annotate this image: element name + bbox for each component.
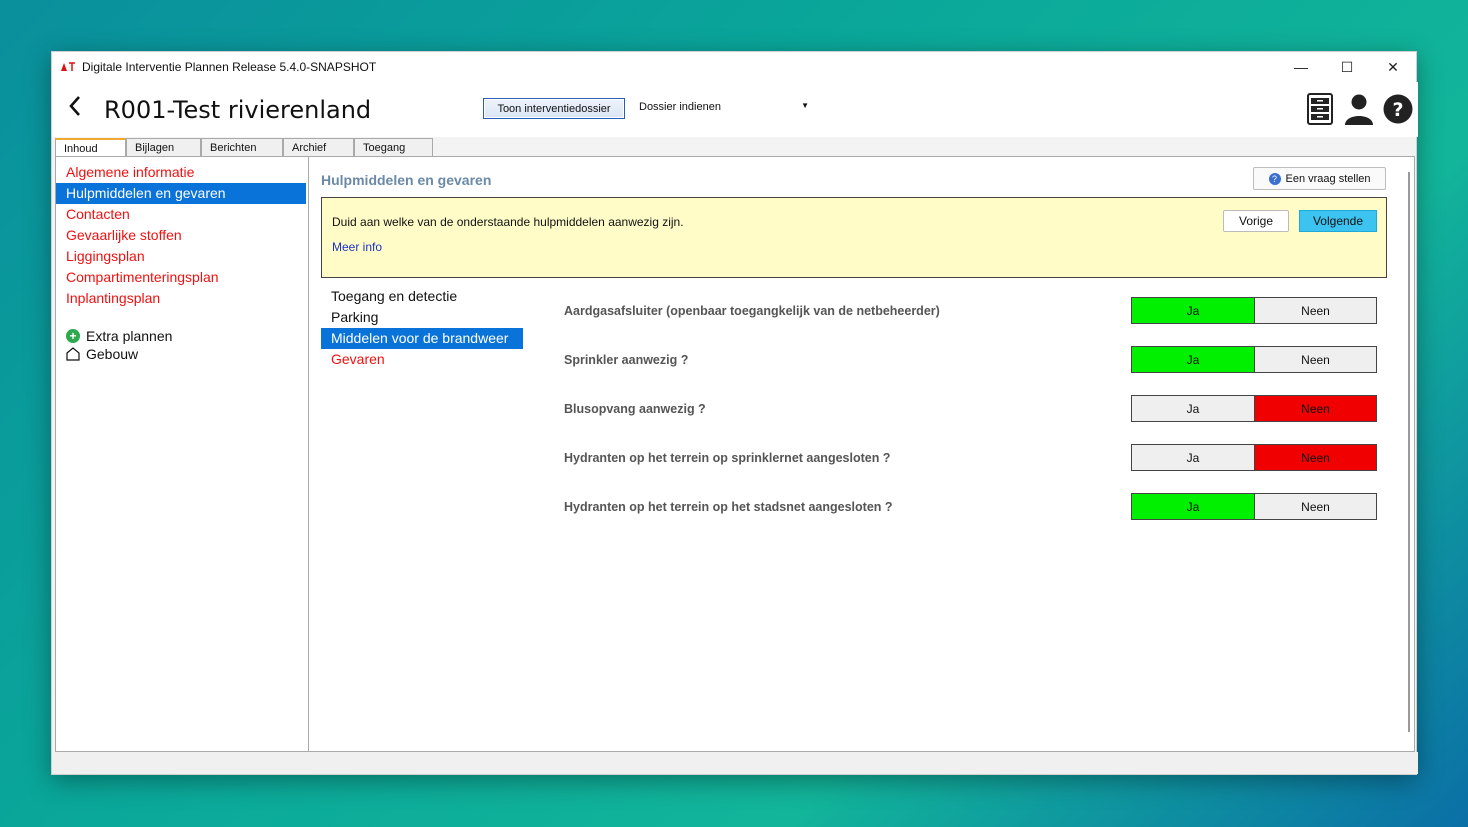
volgende-button[interactable]: Volgende (1299, 210, 1377, 232)
question-label: Blusopvang aanwezig ? (564, 402, 706, 416)
tab-inhoud[interactable]: Inhoud (55, 138, 126, 156)
content-frame: Algemene informatie Hulpmiddelen en geva… (55, 156, 1415, 752)
window-title: Digitale Interventie Plannen Release 5.4… (82, 60, 377, 74)
back-arrow-icon[interactable] (68, 94, 82, 124)
cabinet-icon[interactable] (1305, 92, 1335, 126)
meer-info-link[interactable]: Meer info (332, 240, 382, 254)
dossier-select-value: Dossier indienen (639, 101, 721, 113)
yes-no-toggle: Ja Neen (1131, 297, 1377, 324)
sub-item-gevaren[interactable]: Gevaren (321, 349, 523, 370)
question-icon: ? (1268, 172, 1281, 185)
help-icon[interactable]: ? (1383, 92, 1413, 126)
question-row: Hydranten op het terrein op sprinklernet… (564, 444, 1379, 493)
ja-button[interactable]: Ja (1132, 298, 1254, 323)
yes-no-toggle: Ja Neen (1131, 346, 1377, 373)
sub-item-parking[interactable]: Parking (321, 307, 523, 328)
neen-button[interactable]: Neen (1254, 396, 1376, 421)
question-row: Sprinkler aanwezig ? Ja Neen (564, 346, 1379, 395)
sub-item-toegang-detectie[interactable]: Toegang en detectie (321, 286, 523, 307)
status-bar (52, 752, 1418, 774)
plus-circle-icon: + (66, 329, 80, 343)
dossier-select[interactable]: Dossier indienen ▼ (639, 101, 809, 117)
tab-bar: Inhoud Bijlagen Berichten Archief Toegan… (55, 138, 433, 156)
question-row: Hydranten op het terrein op het stadsnet… (564, 493, 1379, 542)
info-text: Duid aan welke van de onderstaande hulpm… (332, 215, 684, 229)
gebouw-label: Gebouw (86, 346, 139, 362)
question-label: Aardgasafsluiter (openbaar toegangkelijk… (564, 304, 940, 318)
app-logo-icon (60, 61, 76, 73)
close-button[interactable]: ✕ (1370, 52, 1416, 82)
ja-button[interactable]: Ja (1132, 396, 1254, 421)
maximize-button[interactable]: ☐ (1324, 52, 1370, 82)
extra-plannen-label: Extra plannen (86, 328, 173, 344)
header: R001-Test rivierenland Toon interventied… (52, 82, 1418, 137)
question-label: Hydranten op het terrein op sprinklernet… (564, 451, 891, 465)
question-label: Hydranten op het terrein op het stadsnet… (564, 500, 893, 514)
section-title: Hulpmiddelen en gevaren (321, 172, 492, 188)
nav-item-inplantingsplan[interactable]: Inplantingsplan (56, 288, 306, 309)
question-row: Blusopvang aanwezig ? Ja Neen (564, 395, 1379, 444)
neen-button[interactable]: Neen (1254, 445, 1376, 470)
page-title: R001-Test rivierenland (104, 96, 372, 124)
gebouw-item[interactable]: Gebouw (66, 345, 172, 363)
yes-no-toggle: Ja Neen (1131, 493, 1377, 520)
app-window: Digitale Interventie Plannen Release 5.4… (51, 51, 1418, 775)
chevron-down-icon: ▼ (801, 101, 809, 110)
nav-item-liggingsplan[interactable]: Liggingsplan (56, 246, 306, 267)
neen-button[interactable]: Neen (1254, 298, 1376, 323)
tab-berichten[interactable]: Berichten (201, 138, 283, 156)
ja-button[interactable]: Ja (1132, 494, 1254, 519)
tab-toegang[interactable]: Toegang (354, 138, 433, 156)
ja-button[interactable]: Ja (1132, 445, 1254, 470)
yes-no-toggle: Ja Neen (1131, 395, 1377, 422)
vraag-label: Een vraag stellen (1285, 172, 1371, 185)
nav-item-algemene-informatie[interactable]: Algemene informatie (56, 162, 306, 183)
extra-section: + Extra plannen Gebouw (66, 327, 172, 363)
tab-archief[interactable]: Archief (283, 138, 354, 156)
title-bar: Digitale Interventie Plannen Release 5.4… (52, 52, 1416, 82)
neen-button[interactable]: Neen (1254, 494, 1376, 519)
ja-button[interactable]: Ja (1132, 347, 1254, 372)
left-nav: Algemene informatie Hulpmiddelen en geva… (56, 157, 309, 751)
sub-item-middelen-brandweer[interactable]: Middelen voor de brandweer (321, 328, 523, 349)
house-icon (66, 347, 80, 361)
info-box: Duid aan welke van de onderstaande hulpm… (321, 197, 1387, 278)
svg-text:?: ? (1392, 99, 1403, 121)
extra-plannen-item[interactable]: + Extra plannen (66, 327, 172, 345)
tab-bijlagen[interactable]: Bijlagen (126, 138, 201, 156)
question-row: Aardgasafsluiter (openbaar toegangkelijk… (564, 297, 1379, 346)
een-vraag-stellen-button[interactable]: ? Een vraag stellen (1253, 167, 1386, 190)
neen-button[interactable]: Neen (1254, 347, 1376, 372)
vertical-scrollbar[interactable] (1408, 172, 1410, 732)
questions-list: Aardgasafsluiter (openbaar toegangkelijk… (564, 297, 1379, 542)
yes-no-toggle: Ja Neen (1131, 444, 1377, 471)
nav-item-compartimenteringsplan[interactable]: Compartimenteringsplan (56, 267, 306, 288)
nav-item-hulpmiddelen[interactable]: Hulpmiddelen en gevaren (56, 183, 306, 204)
minimize-button[interactable]: — (1278, 52, 1324, 82)
toon-interventiedossier-button[interactable]: Toon interventiedossier (483, 98, 625, 119)
question-label: Sprinkler aanwezig ? (564, 353, 689, 367)
user-icon[interactable] (1344, 92, 1374, 126)
nav-item-contacten[interactable]: Contacten (56, 204, 306, 225)
vorige-button[interactable]: Vorige (1223, 210, 1289, 232)
sub-nav: Toegang en detectie Parking Middelen voo… (321, 286, 523, 370)
main-panel: Hulpmiddelen en gevaren ? Een vraag stel… (311, 157, 1410, 751)
nav-item-gevaarlijke-stoffen[interactable]: Gevaarlijke stoffen (56, 225, 306, 246)
